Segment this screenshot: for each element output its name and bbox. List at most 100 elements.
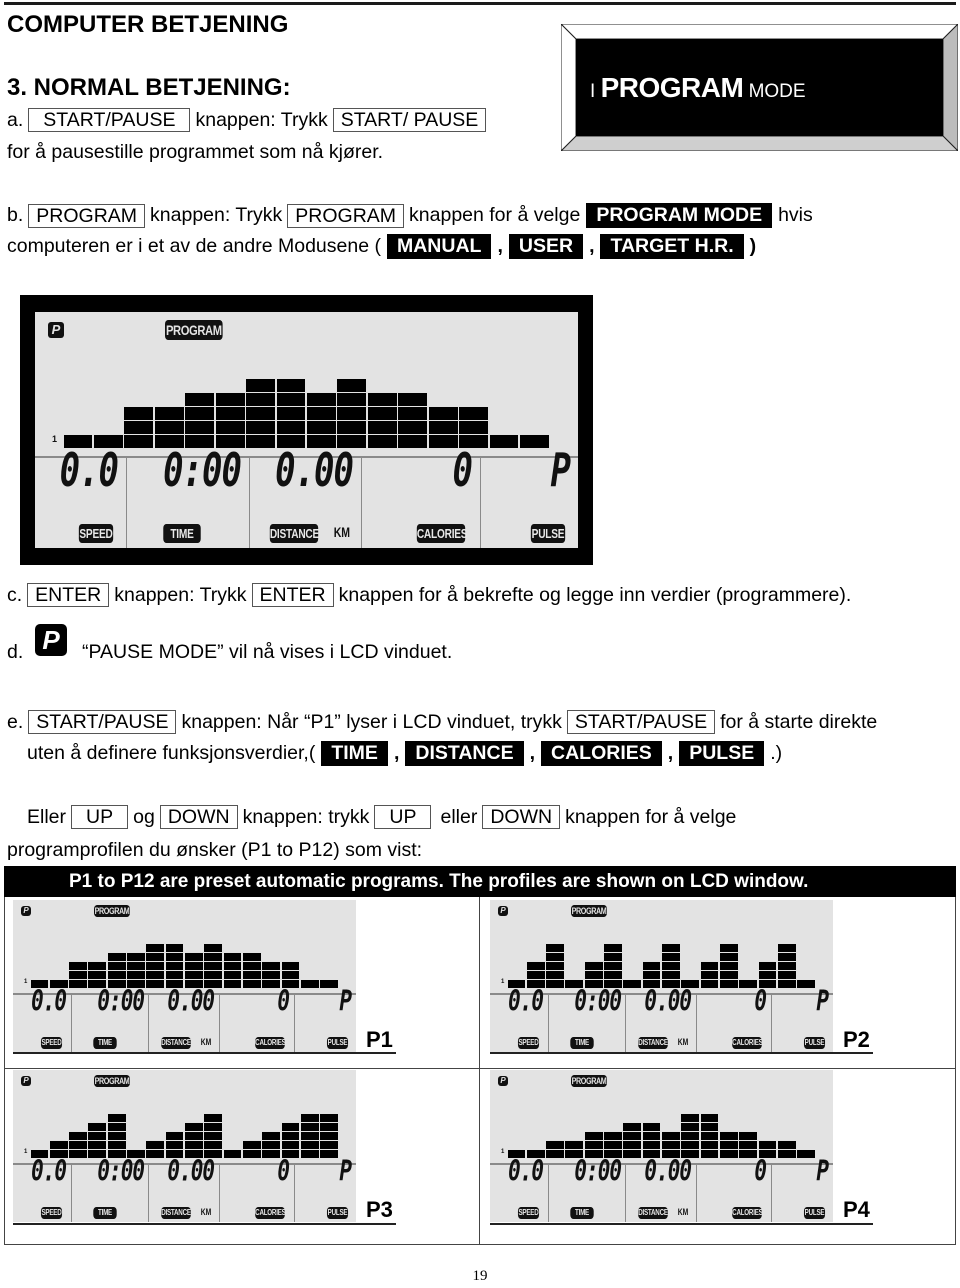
profile-bar-segment bbox=[719, 971, 738, 979]
lcd-column-divider bbox=[148, 993, 149, 1052]
distance-readout: 0.00 bbox=[275, 444, 354, 499]
item-b-close: ) bbox=[749, 235, 757, 257]
updown-text: knappen for å velge bbox=[565, 805, 737, 828]
profile-bar-segment bbox=[719, 1150, 738, 1158]
lcd-column-divider bbox=[219, 1163, 220, 1222]
profile-bar-segment bbox=[262, 962, 281, 970]
profile-bar-segment bbox=[546, 1150, 564, 1158]
profile-bar-segment bbox=[777, 971, 796, 979]
section-title: COMPUTER BETJENING bbox=[7, 11, 289, 38]
profile-bar-segment bbox=[146, 1150, 165, 1158]
item-c-line: c. ENTER knappen: Trykk ENTER knappen fo… bbox=[7, 583, 851, 607]
profile-panel-p1: P PROGRAM 1 0.0 SPEED 0:00 TIME 0.00 DISTANCE KM 0… bbox=[13, 900, 356, 1060]
profile-bar-segment bbox=[320, 1141, 338, 1149]
down-key: DOWN bbox=[482, 805, 561, 829]
profile-bar-segment bbox=[398, 407, 428, 420]
item-c-text: knappen: Trykk bbox=[114, 583, 247, 606]
profile-bar-segment bbox=[604, 962, 622, 970]
distance-label: DISTANCE bbox=[269, 524, 320, 543]
profile-bar-segment bbox=[623, 1150, 642, 1158]
profile-underline bbox=[13, 1223, 396, 1225]
profile-bar-segment bbox=[146, 962, 165, 970]
profile-bar-segment bbox=[681, 1141, 700, 1149]
item-c-text: knappen for å bekrefte og legge inn verd… bbox=[338, 583, 852, 606]
profile-bar-segment bbox=[546, 1141, 564, 1149]
profile-bar-segment bbox=[526, 971, 545, 979]
profile-bar-segment bbox=[662, 953, 680, 961]
speed-label: SPEED bbox=[517, 1037, 540, 1049]
calories-label: CALORIES bbox=[255, 1037, 286, 1049]
profile-bar-segment bbox=[758, 1141, 777, 1149]
profile-bar-segment bbox=[88, 1123, 107, 1131]
profile-bar-segment bbox=[662, 1132, 680, 1140]
profile-bar-segment bbox=[276, 421, 306, 434]
profile-bar-segment bbox=[154, 421, 184, 434]
profile-bar-segment bbox=[242, 953, 261, 961]
profile-bar-segment bbox=[777, 1150, 796, 1158]
target-hr-mode-badge: TARGET H.R. bbox=[600, 234, 744, 259]
item-e-text: knappen: Når “P1” lyser i LCD vinduet, t… bbox=[181, 710, 562, 733]
profile-bar-segment bbox=[185, 1123, 203, 1131]
profile-bar-segment bbox=[700, 1114, 719, 1122]
profile-bar-segment bbox=[185, 421, 215, 434]
profile-bar-segment bbox=[777, 980, 796, 988]
profile-bar-segment bbox=[700, 962, 719, 970]
pulse-badge: PULSE bbox=[679, 741, 765, 766]
lcd-screen: P PROGRAM 1 0.0 SPEED 0:00 TIME 0.00 DISTANCE KM 0… bbox=[13, 1070, 356, 1222]
item-b-text: hvis bbox=[778, 204, 813, 226]
profile-bar-segment bbox=[69, 980, 87, 988]
speed-label: SPEED bbox=[78, 524, 114, 543]
profile-bar-segment bbox=[204, 1114, 223, 1122]
profile-bar-segment bbox=[124, 435, 154, 448]
profile-bar-segment bbox=[546, 962, 564, 970]
item-a-line2: for å pausestille programmet som nå kjør… bbox=[7, 141, 384, 163]
profile-bar-segment bbox=[662, 962, 680, 970]
pause-icon-glyph: P bbox=[42, 625, 60, 655]
profile-bar-segment bbox=[127, 971, 145, 979]
profile-bar-segment bbox=[546, 980, 564, 988]
start-pause-key: START/PAUSE bbox=[566, 710, 716, 734]
profile-underline bbox=[490, 1223, 873, 1225]
program-key: PROGRAM bbox=[28, 203, 146, 228]
profile-bar-segment bbox=[758, 962, 777, 970]
pulse-readout: P bbox=[816, 984, 829, 1018]
profile-bar-segment bbox=[307, 407, 336, 420]
profile-bar-segment bbox=[262, 971, 281, 979]
updown-text: eller bbox=[440, 805, 478, 828]
profile-bar-segment bbox=[320, 1114, 338, 1122]
lcd-column-divider bbox=[148, 1163, 149, 1222]
profile-bar-segment bbox=[700, 1123, 719, 1131]
page-number: 19 bbox=[472, 1268, 488, 1284]
profile-bar-segment bbox=[428, 407, 458, 420]
speed-label: SPEED bbox=[517, 1207, 540, 1219]
profile-label-p3: P3 bbox=[366, 1197, 393, 1222]
updown-text: Eller bbox=[27, 805, 67, 828]
level-marker: 1 bbox=[24, 1149, 28, 1155]
profile-bar-segment bbox=[204, 953, 223, 961]
profile-bar-segment bbox=[69, 971, 87, 979]
profile-bar-segment bbox=[88, 962, 107, 970]
profile-bar-segment bbox=[204, 1123, 223, 1131]
profile-bar-segment bbox=[489, 435, 519, 448]
speed-readout: 0.0 bbox=[508, 984, 544, 1018]
lcd-column-divider bbox=[696, 1163, 697, 1222]
profile-bar-segment bbox=[662, 944, 680, 952]
item-a-text: knappen: Trykk bbox=[195, 108, 328, 131]
profile-bar-segment bbox=[604, 971, 622, 979]
speed-label: SPEED bbox=[40, 1207, 63, 1219]
profile-bar-segment bbox=[758, 971, 777, 979]
profile-bar-segment bbox=[337, 379, 367, 392]
profile-bar-segment bbox=[242, 1150, 261, 1158]
profile-bar-segment bbox=[700, 1150, 719, 1158]
program-mode-badge: PROGRAM MODE bbox=[586, 203, 773, 228]
profile-bar-segment bbox=[204, 1132, 223, 1140]
plate-prefix: I bbox=[590, 81, 596, 102]
profile-bar-segment bbox=[107, 953, 126, 961]
profile-bar-segment bbox=[719, 1132, 738, 1140]
grid-divider-vertical bbox=[479, 897, 480, 1245]
item-b-line1: b. PROGRAM knappen: Trykk PROGRAM knappe… bbox=[7, 203, 813, 228]
profile-bar-segment bbox=[398, 435, 428, 448]
profile-bar-segment bbox=[69, 1141, 87, 1149]
calories-label: CALORIES bbox=[732, 1207, 763, 1219]
subsection-title: 3. NORMAL BETJENING: bbox=[7, 74, 291, 101]
